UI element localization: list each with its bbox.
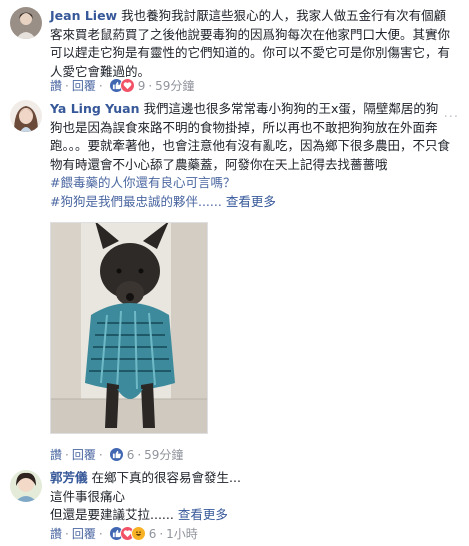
- like-link[interactable]: 讚: [50, 446, 62, 463]
- reaction-count: 6: [148, 526, 157, 541]
- comment-timestamp[interactable]: 59分鐘: [155, 77, 194, 94]
- avatar[interactable]: [10, 7, 42, 39]
- avatar[interactable]: [10, 470, 42, 502]
- comment-actions: 讚 · 回覆 · 6 · 59分鐘: [50, 446, 184, 463]
- like-link[interactable]: 讚: [50, 77, 62, 94]
- comment-timestamp[interactable]: 1小時: [166, 525, 198, 542]
- reaction-summary[interactable]: 6: [108, 526, 157, 541]
- avatar[interactable]: [10, 100, 42, 132]
- comment-timestamp[interactable]: 59分鐘: [144, 446, 183, 463]
- comment-body: 郭芳儀 在鄉下真的很容易會發生... 這件事很痛心 但還是要建議艾拉...... …: [50, 469, 450, 525]
- comment-text: 在鄉下真的很容易會發生...: [91, 470, 241, 485]
- reply-link[interactable]: 回覆: [72, 77, 96, 94]
- hashtag-link[interactable]: #餵毒藥的人你還有良心可言嗎？: [50, 175, 235, 190]
- reaction-summary[interactable]: 9: [108, 78, 146, 93]
- reply-link[interactable]: 回覆: [72, 525, 96, 542]
- comment-body: Jean Liew 我也養狗我討厭這些狠心的人，我家人做五金行有次有個顧客來買老鼠…: [50, 7, 450, 81]
- comment-author[interactable]: 郭芳儀: [50, 470, 88, 485]
- haha-reaction-icon: [130, 526, 146, 541]
- more-options-icon[interactable]: ···: [444, 110, 459, 125]
- comment-actions: 讚 · 回覆 · 6 · 1小時: [50, 525, 198, 542]
- comment-actions: 讚 · 回覆 · 9 · 59分鐘: [50, 77, 195, 94]
- comment-body: Ya Ling Yuan 我們這邊也很多常常毒小狗狗的王x蛋，隔壁鄰居的狗狗也是因…: [50, 100, 450, 211]
- like-reaction-icon: [108, 447, 124, 462]
- like-link[interactable]: 讚: [50, 525, 62, 542]
- comment-author[interactable]: Jean Liew: [50, 8, 117, 23]
- love-reaction-icon: [119, 78, 135, 93]
- see-more-link[interactable]: 查看更多: [226, 194, 276, 209]
- reaction-count: 9: [137, 78, 146, 93]
- reply-link[interactable]: 回覆: [72, 446, 96, 463]
- comment-text: 這件事很痛心: [50, 488, 126, 504]
- reaction-summary[interactable]: 6: [108, 447, 135, 462]
- reaction-count: 6: [126, 447, 135, 462]
- see-more-link[interactable]: 查看更多: [178, 507, 228, 522]
- comment-author[interactable]: Ya Ling Yuan: [50, 101, 140, 116]
- comment-photo-dog[interactable]: [50, 222, 208, 434]
- hashtag-link[interactable]: #狗狗是我們最忠誠的夥伴......: [50, 194, 222, 209]
- comment-text: 但還是要建議艾拉......: [50, 507, 174, 522]
